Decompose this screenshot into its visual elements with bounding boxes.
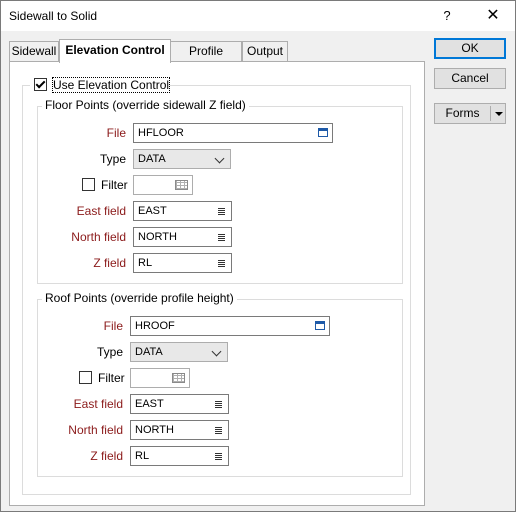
list-icon[interactable] [218, 234, 225, 242]
ok-button[interactable]: OK [434, 38, 506, 59]
list-icon[interactable] [215, 453, 222, 461]
dialog-window: Sidewall to Solid ? ✕ Sidewall Elevation… [0, 0, 516, 512]
floor-type-value: DATA [138, 153, 166, 165]
floor-east-field-value: EAST [138, 205, 167, 217]
tab-sidewall[interactable]: Sidewall [9, 41, 59, 62]
floor-north-field-input[interactable]: NORTH [133, 227, 232, 247]
chevron-down-icon [214, 153, 225, 164]
floor-filter-checkbox[interactable] [82, 178, 95, 191]
roof-type-value: DATA [135, 346, 163, 358]
chevron-down-icon [211, 346, 222, 357]
floor-type-select[interactable]: DATA [133, 149, 231, 169]
roof-north-field-value: NORTH [135, 424, 174, 436]
tab-panel-elevation-control: Floor Points (override sidewall Z field)… [9, 61, 425, 506]
list-icon[interactable] [215, 427, 222, 435]
window-title: Sidewall to Solid [9, 9, 98, 23]
floor-file-label: File [106, 126, 126, 140]
floor-north-field-label: North field [71, 230, 126, 244]
floor-file-input[interactable]: HFLOOR [133, 123, 333, 143]
floor-filter-input[interactable] [133, 175, 193, 195]
floor-file-value: HFLOOR [138, 127, 184, 139]
list-icon[interactable] [218, 260, 225, 268]
file-browse-icon[interactable] [315, 321, 325, 330]
list-icon[interactable] [215, 401, 222, 409]
floor-type-label: Type [99, 152, 126, 166]
elevation-control-group: Floor Points (override sidewall Z field)… [22, 85, 411, 495]
floor-points-group: Floor Points (override sidewall Z field)… [37, 98, 403, 284]
roof-points-group: Roof Points (override profile height) Fi… [37, 291, 403, 477]
title-bar: Sidewall to Solid ? ✕ [1, 1, 515, 31]
filter-grid-icon[interactable] [175, 180, 188, 190]
floor-filter-label: Filter [101, 178, 128, 192]
roof-east-field-label: East field [73, 397, 123, 411]
floor-north-field-value: NORTH [138, 231, 177, 243]
roof-type-select[interactable]: DATA [130, 342, 228, 362]
roof-z-field-value: RL [135, 450, 150, 462]
tab-elevation-control[interactable]: Elevation Control [59, 39, 171, 63]
use-elevation-control[interactable]: Use Elevation Control [30, 77, 171, 93]
floor-z-field-value: RL [138, 257, 153, 269]
roof-points-legend: Roof Points (override profile height) [42, 291, 237, 305]
list-icon[interactable] [218, 208, 225, 216]
roof-type-label: Type [96, 345, 123, 359]
roof-east-field-input[interactable]: EAST [130, 394, 229, 414]
roof-z-field-label: Z field [90, 449, 123, 463]
roof-north-field-label: North field [68, 423, 123, 437]
dropdown-arrow-icon[interactable] [495, 112, 503, 116]
file-browse-icon[interactable] [318, 128, 328, 137]
roof-filter-input[interactable] [130, 368, 190, 388]
help-button[interactable]: ? [427, 3, 467, 29]
roof-file-input[interactable]: HROOF [130, 316, 330, 336]
floor-z-field-input[interactable]: RL [133, 253, 232, 273]
tab-output[interactable]: Output [242, 41, 288, 62]
roof-filter-checkbox[interactable] [79, 371, 92, 384]
close-button[interactable]: ✕ [473, 3, 513, 29]
roof-file-label: File [103, 319, 123, 333]
floor-points-legend: Floor Points (override sidewall Z field) [42, 98, 249, 112]
floor-z-field-label: Z field [93, 256, 126, 270]
roof-north-field-input[interactable]: NORTH [130, 420, 229, 440]
use-elevation-control-label: Use Elevation Control [51, 77, 171, 93]
floor-east-field-label: East field [76, 204, 126, 218]
tab-profile-shape[interactable]: Profile Shape [170, 41, 242, 77]
floor-east-field-input[interactable]: EAST [133, 201, 232, 221]
roof-east-field-value: EAST [135, 398, 164, 410]
use-elevation-control-checkbox[interactable] [34, 78, 47, 91]
forms-button-label: Forms [445, 106, 480, 120]
filter-grid-icon[interactable] [172, 373, 185, 383]
roof-filter-label: Filter [98, 371, 125, 385]
forms-split-divider [490, 106, 491, 121]
cancel-button[interactable]: Cancel [434, 68, 506, 89]
roof-file-value: HROOF [135, 320, 175, 332]
forms-button[interactable]: Forms [434, 103, 506, 124]
roof-z-field-input[interactable]: RL [130, 446, 229, 466]
